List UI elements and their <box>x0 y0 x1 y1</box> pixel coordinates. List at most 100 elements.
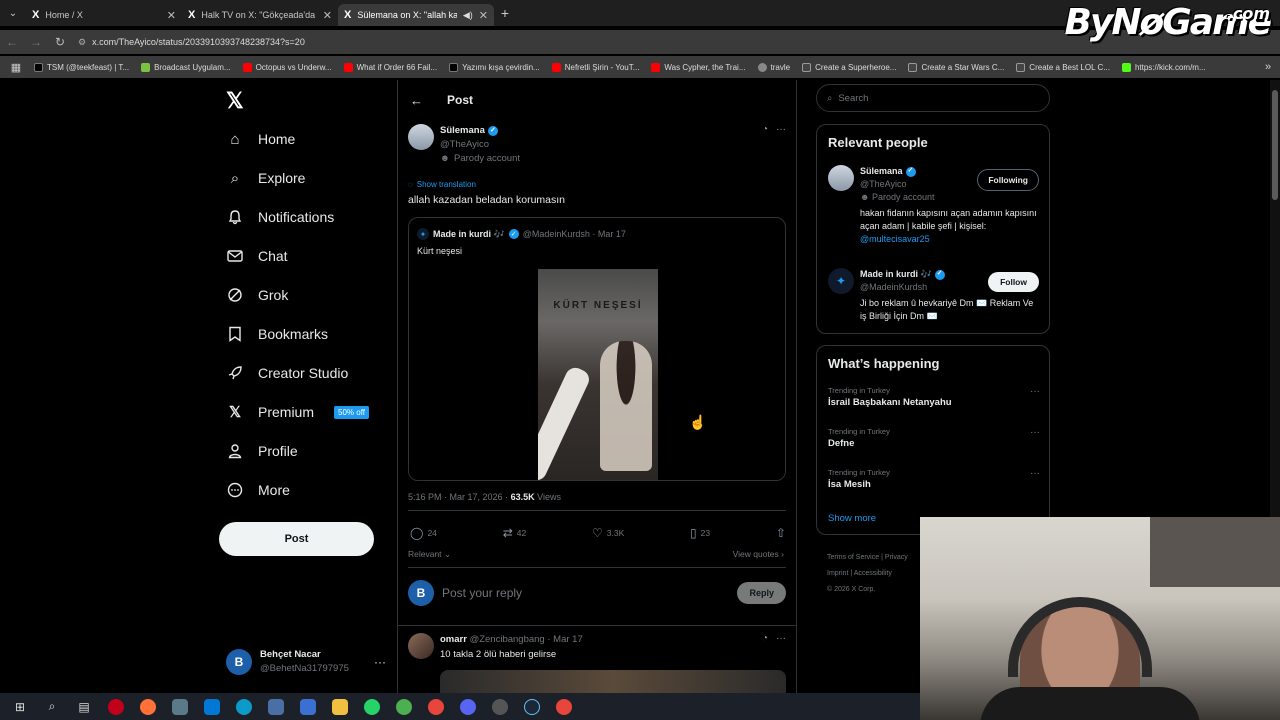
folder-icon[interactable] <box>324 693 356 720</box>
back-icon[interactable]: ← <box>0 35 24 49</box>
bio-link[interactable]: @multecisavar25 <box>860 234 930 244</box>
reply-media[interactable] <box>440 670 786 693</box>
scrollbar-thumb[interactable] <box>1272 90 1278 200</box>
bookmark[interactable]: Octopus vs Underw... <box>237 62 338 72</box>
bookmark[interactable]: Create a Best LOL C... <box>1010 62 1116 72</box>
back-arrow-icon[interactable]: ← <box>410 93 423 108</box>
repost-stat[interactable]: ⇄ 42 <box>503 526 527 540</box>
forward-icon[interactable]: → <box>24 35 48 49</box>
chrome-icon[interactable] <box>548 693 580 720</box>
author-handle[interactable]: @TheAyico <box>440 138 520 152</box>
nav-item-explore[interactable]: ⌕ Explore <box>226 169 306 187</box>
windows-start-icon[interactable]: ⊞ <box>4 693 36 720</box>
tab-close-icon[interactable]: ✕ <box>479 9 488 22</box>
more-bookmarks-icon[interactable]: » <box>1256 61 1280 73</box>
footer-link[interactable]: Accessibility <box>854 570 892 577</box>
edge-icon[interactable] <box>228 693 260 720</box>
footer-link[interactable]: Privacy <box>885 554 908 561</box>
footer-link[interactable]: Imprint <box>827 570 848 577</box>
share-stat[interactable]: ⇧ <box>776 526 786 540</box>
task-view-icon[interactable]: ▤ <box>68 693 100 720</box>
sort-relevant-dropdown[interactable]: Relevant ⌄ <box>408 549 451 560</box>
nav-item-grok[interactable]: Grok <box>226 286 288 304</box>
author-name-row[interactable]: Sülemana ✓ <box>440 124 520 138</box>
trend-item[interactable]: Trending in Turkey Defne ··· <box>828 427 1040 449</box>
nav-item-notifications[interactable]: Notifications <box>226 208 334 226</box>
bookmark[interactable]: Nefretli Şirin - YouT... <box>546 62 646 72</box>
bookmark-stat[interactable]: ▯ 23 <box>690 526 710 540</box>
app-icon[interactable] <box>292 693 324 720</box>
post-time[interactable]: 5:16 PM · Mar 17, 2026 · <box>408 492 508 502</box>
account-switcher[interactable]: B Behçet Nacar @BehetNa31797975 ··· <box>226 648 386 677</box>
show-more-link[interactable]: Show more <box>828 513 876 524</box>
firefox-icon[interactable] <box>132 693 164 720</box>
more-dots-icon[interactable]: ··· <box>1030 386 1040 397</box>
reply-author-name[interactable]: omarr <box>440 634 467 645</box>
app-icon[interactable] <box>260 693 292 720</box>
new-tab-button[interactable]: + <box>494 5 516 21</box>
nav-item-premium[interactable]: 𝕏 Premium 50% off <box>226 403 369 421</box>
bookmark[interactable]: TSM (@teekfeast) | T... <box>28 62 135 72</box>
quoted-post[interactable]: ✦ Made in kurdi 🎶 ✓ @MadeinKurdsh · Mar … <box>408 217 786 481</box>
follow-button[interactable]: Follow <box>988 272 1039 292</box>
grok-icon[interactable]: ◔ <box>762 124 768 165</box>
tab-close-icon[interactable]: ✕ <box>323 9 332 22</box>
more-dots-icon[interactable]: ··· <box>776 124 786 165</box>
search-input[interactable]: ⌕ Search <box>816 84 1050 112</box>
discord-icon[interactable] <box>452 693 484 720</box>
like-stat[interactable]: ♡ 3.3K <box>592 526 624 540</box>
reply-post[interactable]: omarr @Zencibangbang · Mar 17 10 takla 2… <box>408 633 786 662</box>
grok-icon[interactable]: ◔ <box>762 633 768 662</box>
browser-tab[interactable]: X Home / X ✕ <box>26 4 182 26</box>
chrome-icon[interactable] <box>388 693 420 720</box>
nav-item-more[interactable]: More <box>226 481 290 499</box>
view-quotes-link[interactable]: View quotes › <box>733 549 784 559</box>
following-button[interactable]: Following <box>977 169 1039 191</box>
whatsapp-icon[interactable] <box>356 693 388 720</box>
site-info-icon[interactable]: ⚙ <box>78 37 86 48</box>
avatar[interactable] <box>408 124 434 150</box>
nav-item-bookmarks[interactable]: Bookmarks <box>226 325 328 343</box>
post-button[interactable]: Post <box>219 522 374 556</box>
browser-tab[interactable]: X Halk TV on X: "Gökçeada'da iki ✕ <box>182 4 338 26</box>
tab-search-icon[interactable]: ⌄ <box>0 0 26 26</box>
steam-icon[interactable] <box>516 693 548 720</box>
bookmark[interactable]: Create a Star Wars C... <box>902 62 1010 72</box>
nav-item-home[interactable]: ⌂ Home <box>226 130 295 148</box>
nav-item-profile[interactable]: Profile <box>226 442 298 460</box>
chrome-icon[interactable] <box>420 693 452 720</box>
show-translation-link[interactable]: ◌ Show translation <box>408 180 476 189</box>
store-icon[interactable] <box>196 693 228 720</box>
bookmark[interactable]: What if Order 66 Fail... <box>338 62 443 72</box>
browser-tab-active[interactable]: X Sülemana on X: "allah kaza ◀) ✕ <box>338 4 494 26</box>
video-player[interactable]: KÜRT NEŞESİ ☝ <box>409 268 785 480</box>
nav-item-creator-studio[interactable]: Creator Studio <box>226 364 348 382</box>
bookmark[interactable]: Create a Superheroe... <box>796 62 902 72</box>
more-dots-icon[interactable]: ··· <box>1030 427 1040 438</box>
search-icon[interactable]: ⌕ <box>36 693 68 720</box>
footer-link[interactable]: Terms of Service <box>827 554 879 561</box>
reply-button[interactable]: Reply <box>737 582 786 604</box>
apps-grid-icon[interactable]: ▦ <box>4 61 28 74</box>
reply-input[interactable]: Post your reply <box>442 586 522 600</box>
bookmark[interactable]: travle <box>752 62 797 72</box>
bookmark[interactable]: Was Cypher, the Trai... <box>645 62 751 72</box>
more-dots-icon[interactable]: ··· <box>776 633 786 662</box>
tab-close-icon[interactable]: ✕ <box>167 9 176 22</box>
more-dots-icon[interactable]: ··· <box>1030 468 1040 479</box>
bookmark[interactable]: https://kick.com/m... <box>1116 62 1212 72</box>
x-logo-icon[interactable]: 𝕏 <box>226 88 244 114</box>
reload-icon[interactable]: ↻ <box>48 35 72 49</box>
url-field[interactable]: ⚙ x.com/TheAyico/status/2033910393748238… <box>78 37 305 48</box>
speaker-icon[interactable]: ◀) <box>463 10 473 21</box>
nav-item-chat[interactable]: Chat <box>226 247 288 265</box>
bookmark[interactable]: Yazımı kışa çevirdin... <box>443 62 546 72</box>
more-dots-icon[interactable]: ··· <box>374 655 386 669</box>
app-icon[interactable] <box>164 693 196 720</box>
avatar[interactable] <box>408 633 434 659</box>
opera-icon[interactable] <box>100 693 132 720</box>
bookmark[interactable]: Broadcast Uygulam... <box>135 62 236 72</box>
reply-stat[interactable]: ◯ 24 <box>410 526 437 540</box>
video-frame[interactable]: KÜRT NEŞESİ <box>538 269 658 480</box>
trend-item[interactable]: Trending in Turkey İsrail Başbakanı Neta… <box>828 386 1040 408</box>
